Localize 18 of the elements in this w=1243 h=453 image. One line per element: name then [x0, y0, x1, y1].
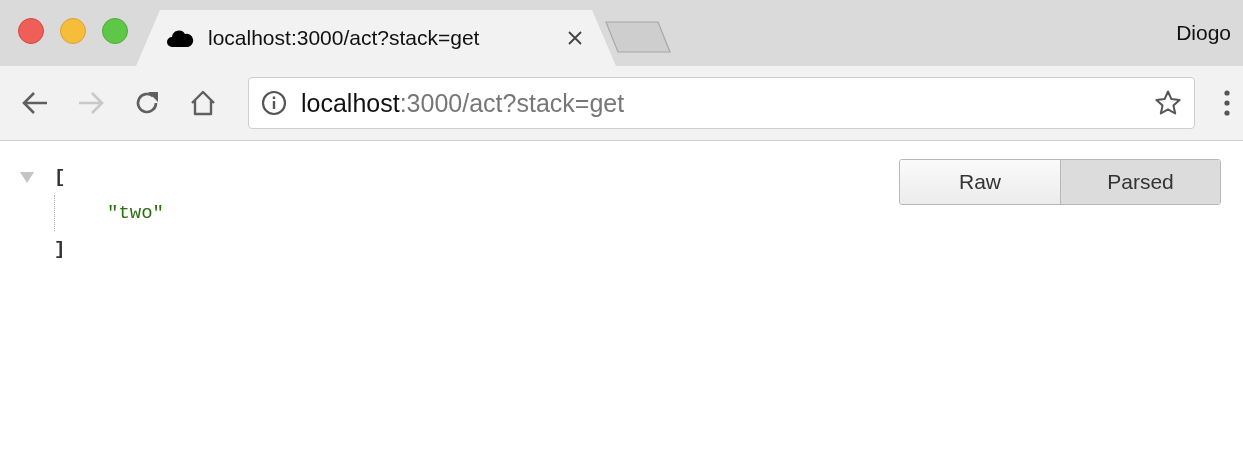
json-string: "two" [107, 202, 164, 224]
profile-name[interactable]: Diogo [1176, 21, 1243, 45]
home-icon [189, 89, 217, 117]
url-text: localhost:3000/act?stack=get [301, 88, 626, 118]
menu-icon[interactable] [1223, 89, 1231, 117]
star-icon[interactable] [1154, 89, 1182, 117]
json-bracket: ] [54, 238, 66, 260]
close-icon[interactable] [568, 31, 582, 45]
info-icon[interactable] [261, 90, 287, 116]
json-bracket: [ [54, 166, 66, 188]
forward-arrow-icon [77, 91, 105, 115]
view-toggle-button[interactable]: Raw [900, 160, 1060, 204]
cloud-icon [166, 28, 194, 48]
browser-tab[interactable]: localhost:3000/act?stack=get [136, 10, 616, 66]
close-window-button[interactable] [18, 18, 44, 44]
address-bar[interactable]: localhost:3000/act?stack=get [248, 77, 1195, 129]
back-arrow-icon [21, 91, 49, 115]
view-toggle-button[interactable]: Parsed [1060, 160, 1220, 204]
